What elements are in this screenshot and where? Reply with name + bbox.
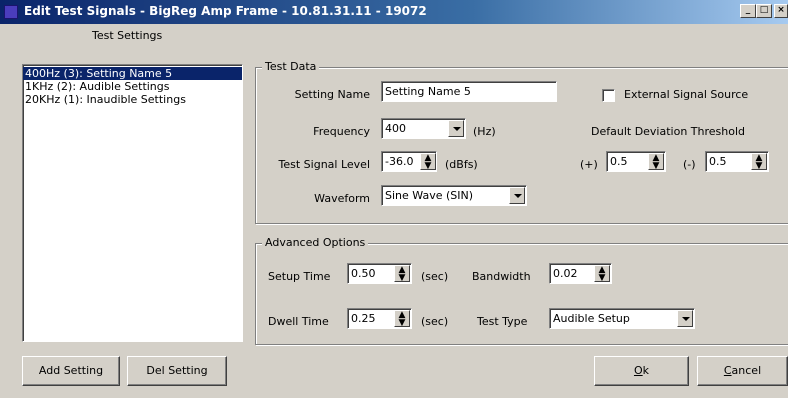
bandwidth-label: Bandwidth — [472, 270, 531, 283]
setting-name-label: Setting Name — [294, 88, 370, 101]
waveform-select[interactable]: Sine Wave (SIN) — [381, 185, 527, 206]
test-type-select[interactable]: Audible Setup — [549, 308, 695, 329]
app-icon — [4, 5, 18, 19]
advanced-options-group — [255, 243, 788, 345]
frequency-unit: (Hz) — [473, 125, 496, 138]
dwell-time-unit: (sec) — [421, 315, 449, 328]
waveform-label: Waveform — [314, 192, 370, 205]
setup-time-label: Setup Time — [268, 270, 331, 283]
setting-name-input[interactable]: Setting Name 5 — [381, 81, 557, 102]
cancel-button[interactable]: Cancel — [697, 356, 788, 386]
settings-list-item[interactable]: 1KHz (2): Audible Settings — [23, 80, 242, 93]
settings-list-item[interactable]: 400Hz (3): Setting Name 5 — [23, 67, 242, 80]
external-signal-source-label: External Signal Source — [624, 88, 749, 101]
test-type-label: Test Type — [477, 315, 528, 328]
setup-time-spinner[interactable]: ▲ ▼ — [394, 265, 410, 283]
test-signal-level-spinner[interactable]: ▲ ▼ — [420, 153, 436, 171]
plus-deviation-spinner[interactable]: ▲ ▼ — [648, 153, 664, 171]
settings-list-item[interactable]: 20KHz (1): Inaudible Settings — [23, 93, 242, 106]
advanced-options-group-label: Advanced Options — [262, 236, 369, 249]
minimize-button[interactable]: _ — [740, 4, 756, 18]
dwell-time-label: Dwell Time — [268, 315, 329, 328]
test-signal-level-unit: (dBfs) — [445, 158, 478, 171]
dwell-time-spinner[interactable]: ▲ ▼ — [394, 310, 410, 328]
plus-deviation-label: (+) — [580, 158, 598, 171]
setup-time-unit: (sec) — [421, 270, 449, 283]
test-data-group-label: Test Data — [262, 60, 320, 73]
frequency-dropdown-button[interactable] — [448, 120, 464, 137]
minus-deviation-spinner[interactable]: ▲ ▼ — [751, 153, 767, 171]
del-setting-button[interactable]: Del Setting — [127, 356, 227, 386]
add-setting-button[interactable]: Add Setting — [22, 356, 120, 386]
maximize-button[interactable]: □ — [756, 4, 772, 18]
test-type-dropdown-button[interactable] — [677, 310, 693, 327]
deviation-threshold-label: Default Deviation Threshold — [591, 125, 746, 138]
bandwidth-spinner[interactable]: ▲ ▼ — [594, 265, 610, 283]
title-bar[interactable]: Edit Test Signals - BigReg Amp Frame - 1… — [0, 0, 788, 24]
window-title: Edit Test Signals - BigReg Amp Frame - 1… — [24, 4, 427, 18]
test-signal-level-label: Test Signal Level — [278, 158, 370, 171]
close-button[interactable]: × — [774, 4, 788, 18]
waveform-dropdown-button[interactable] — [509, 187, 525, 204]
test-settings-list[interactable]: 400Hz (3): Setting Name 5 1KHz (2): Audib… — [22, 64, 243, 342]
frequency-label: Frequency — [313, 125, 370, 138]
test-settings-heading: Test Settings — [92, 29, 163, 42]
minus-deviation-label: (-) — [683, 158, 696, 171]
external-signal-source-checkbox[interactable] — [602, 89, 615, 102]
ok-button[interactable]: Ok — [594, 356, 689, 386]
